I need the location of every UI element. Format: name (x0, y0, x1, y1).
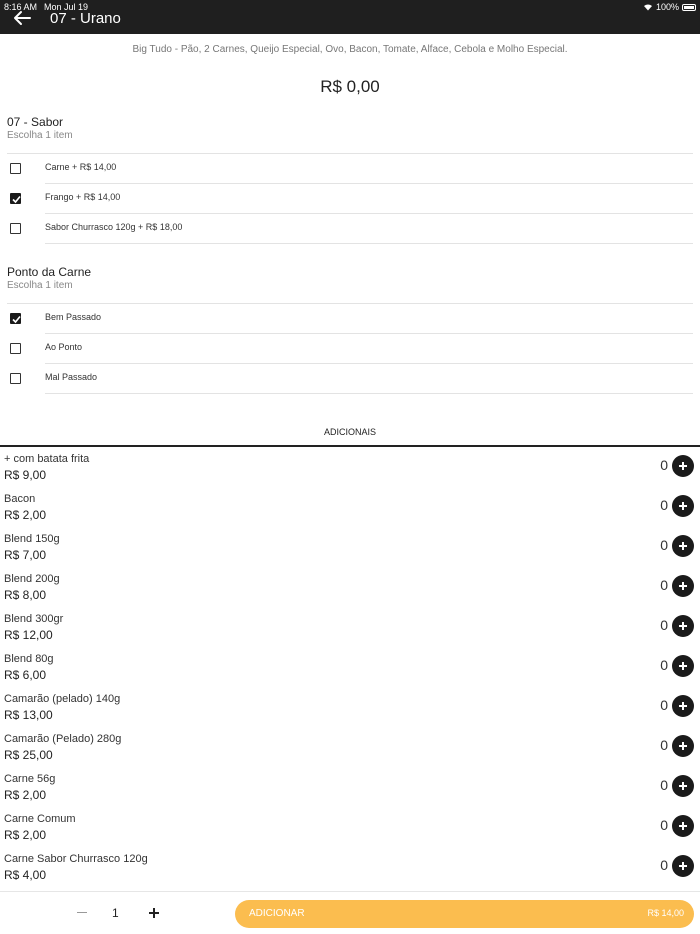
plus-button[interactable] (672, 855, 694, 877)
add-button-label: ADICIONAR (249, 908, 305, 919)
option-label: Ao Ponto (45, 342, 83, 352)
extra-price: R$ 13,00 (4, 708, 53, 722)
extra-price: R$ 2,00 (4, 788, 47, 802)
extra-quantity: 0 (660, 777, 668, 793)
option-row[interactable]: Ao Ponto (0, 333, 700, 363)
extra-quantity: 0 (660, 697, 668, 713)
plus-button[interactable] (672, 495, 694, 517)
extra-item: Carne Comum R$ 2,00 0 (0, 807, 700, 847)
extra-quantity: 0 (660, 657, 668, 673)
option-label: Sabor Churrasco 120g + R$ 18,00 (45, 222, 183, 232)
extra-price: R$ 2,00 (4, 508, 47, 522)
option-row[interactable]: Mal Passado (0, 363, 700, 393)
option-row[interactable]: Sabor Churrasco 120g + R$ 18,00 (0, 213, 700, 243)
extra-item: Camarão (Pelado) 280g R$ 25,00 0 (0, 727, 700, 767)
extra-name: Bacon (4, 493, 36, 505)
extra-quantity: 0 (660, 857, 668, 873)
app-header: 8:16 AM Mon Jul 19 100% 07 - Urano (0, 0, 700, 34)
adicionais-title: ADICIONAIS (323, 427, 376, 437)
extra-item: Blend 80g R$ 6,00 0 (0, 647, 700, 687)
extra-item: Camarão (pelado) 140g R$ 13,00 0 (0, 687, 700, 727)
page-title: 07 - Urano (50, 10, 121, 27)
extra-price: R$ 7,00 (4, 548, 47, 562)
plus-button[interactable] (672, 735, 694, 757)
quantity-value: 1 (112, 906, 119, 920)
checkbox-checked[interactable] (10, 193, 21, 204)
increase-quantity-button[interactable] (144, 902, 164, 922)
checkbox[interactable] (10, 343, 21, 354)
option-label: Frango + R$ 14,00 (45, 192, 121, 202)
decrease-quantity-button[interactable] (72, 902, 92, 922)
divider (45, 393, 693, 394)
check-icon (12, 315, 21, 324)
option-label: Carne + R$ 14,00 (45, 162, 117, 172)
wifi-icon (643, 4, 652, 11)
extra-price: R$ 6,00 (4, 668, 47, 682)
total-price: R$ 0,00 (320, 77, 380, 96)
option-label: Mal Passado (45, 372, 98, 382)
battery-percent: 100% (655, 2, 679, 12)
extra-quantity: 0 (660, 737, 668, 753)
option-row[interactable]: Bem Passado (0, 303, 700, 333)
extra-quantity: 0 (660, 617, 668, 633)
status-right: 100% (643, 2, 696, 12)
extra-name: Blend 150g (4, 533, 60, 545)
add-button-price: R$ 14,00 (647, 908, 684, 918)
extra-name: Carne Sabor Churrasco 120g (4, 853, 148, 865)
extra-price: R$ 12,00 (4, 628, 53, 642)
plus-button[interactable] (672, 575, 694, 597)
battery-icon (682, 3, 696, 11)
group-subtitle-ponto: Escolha 1 item (7, 280, 73, 291)
extra-item: Carne 56g R$ 2,00 0 (0, 767, 700, 807)
product-description: Big Tudo - Pão, 2 Carnes, Queijo Especia… (132, 44, 568, 55)
extra-item: Blend 200g R$ 8,00 0 (0, 567, 700, 607)
extra-price: R$ 4,00 (4, 868, 47, 882)
extra-item: Carne Sabor Churrasco 120g R$ 4,00 0 (0, 847, 700, 887)
extra-quantity: 0 (660, 537, 668, 553)
plus-button[interactable] (672, 655, 694, 677)
extra-name: Camarão (Pelado) 280g (4, 733, 122, 745)
extra-price: R$ 2,00 (4, 828, 47, 842)
extra-item: Blend 150g R$ 7,00 0 (0, 527, 700, 567)
extra-price: R$ 8,00 (4, 588, 47, 602)
plus-button[interactable] (672, 695, 694, 717)
plus-button[interactable] (672, 615, 694, 637)
extra-price: R$ 25,00 (4, 748, 53, 762)
back-arrow-icon[interactable] (12, 9, 32, 27)
group-title-sabor: 07 - Sabor (7, 115, 64, 129)
extra-item: Blend 300gr R$ 12,00 0 (0, 607, 700, 647)
extra-item: Bacon R$ 2,00 0 (0, 487, 700, 527)
extra-name: Camarão (pelado) 140g (4, 693, 121, 705)
extra-price: R$ 9,00 (4, 468, 47, 482)
option-row[interactable]: Carne + R$ 14,00 (0, 153, 700, 183)
plus-button[interactable] (672, 455, 694, 477)
plus-button[interactable] (672, 775, 694, 797)
extra-name: Carne Comum (4, 813, 76, 825)
option-row[interactable]: Frango + R$ 14,00 (0, 183, 700, 213)
extra-name: Blend 80g (4, 653, 54, 665)
checkbox-checked[interactable] (10, 313, 21, 324)
check-icon (12, 195, 21, 204)
extra-item: + com batata frita R$ 9,00 0 (0, 447, 700, 487)
option-label: Bem Passado (45, 312, 102, 322)
extra-quantity: 0 (660, 817, 668, 833)
divider (45, 243, 693, 244)
extra-quantity: 0 (660, 457, 668, 473)
extra-quantity: 0 (660, 577, 668, 593)
extra-name: + com batata frita (4, 453, 90, 465)
extra-name: Blend 300gr (4, 613, 64, 625)
group-subtitle-sabor: Escolha 1 item (7, 130, 73, 141)
plus-button[interactable] (672, 815, 694, 837)
checkbox[interactable] (10, 163, 21, 174)
plus-button[interactable] (672, 535, 694, 557)
add-to-cart-button[interactable]: ADICIONAR R$ 14,00 (235, 900, 694, 928)
group-title-ponto: Ponto da Carne (7, 265, 92, 279)
extra-name: Carne 56g (4, 773, 56, 785)
checkbox[interactable] (10, 223, 21, 234)
extra-quantity: 0 (660, 497, 668, 513)
footer-bar: 1 ADICIONAR R$ 14,00 (0, 891, 700, 934)
extra-name: Blend 200g (4, 573, 60, 585)
checkbox[interactable] (10, 373, 21, 384)
